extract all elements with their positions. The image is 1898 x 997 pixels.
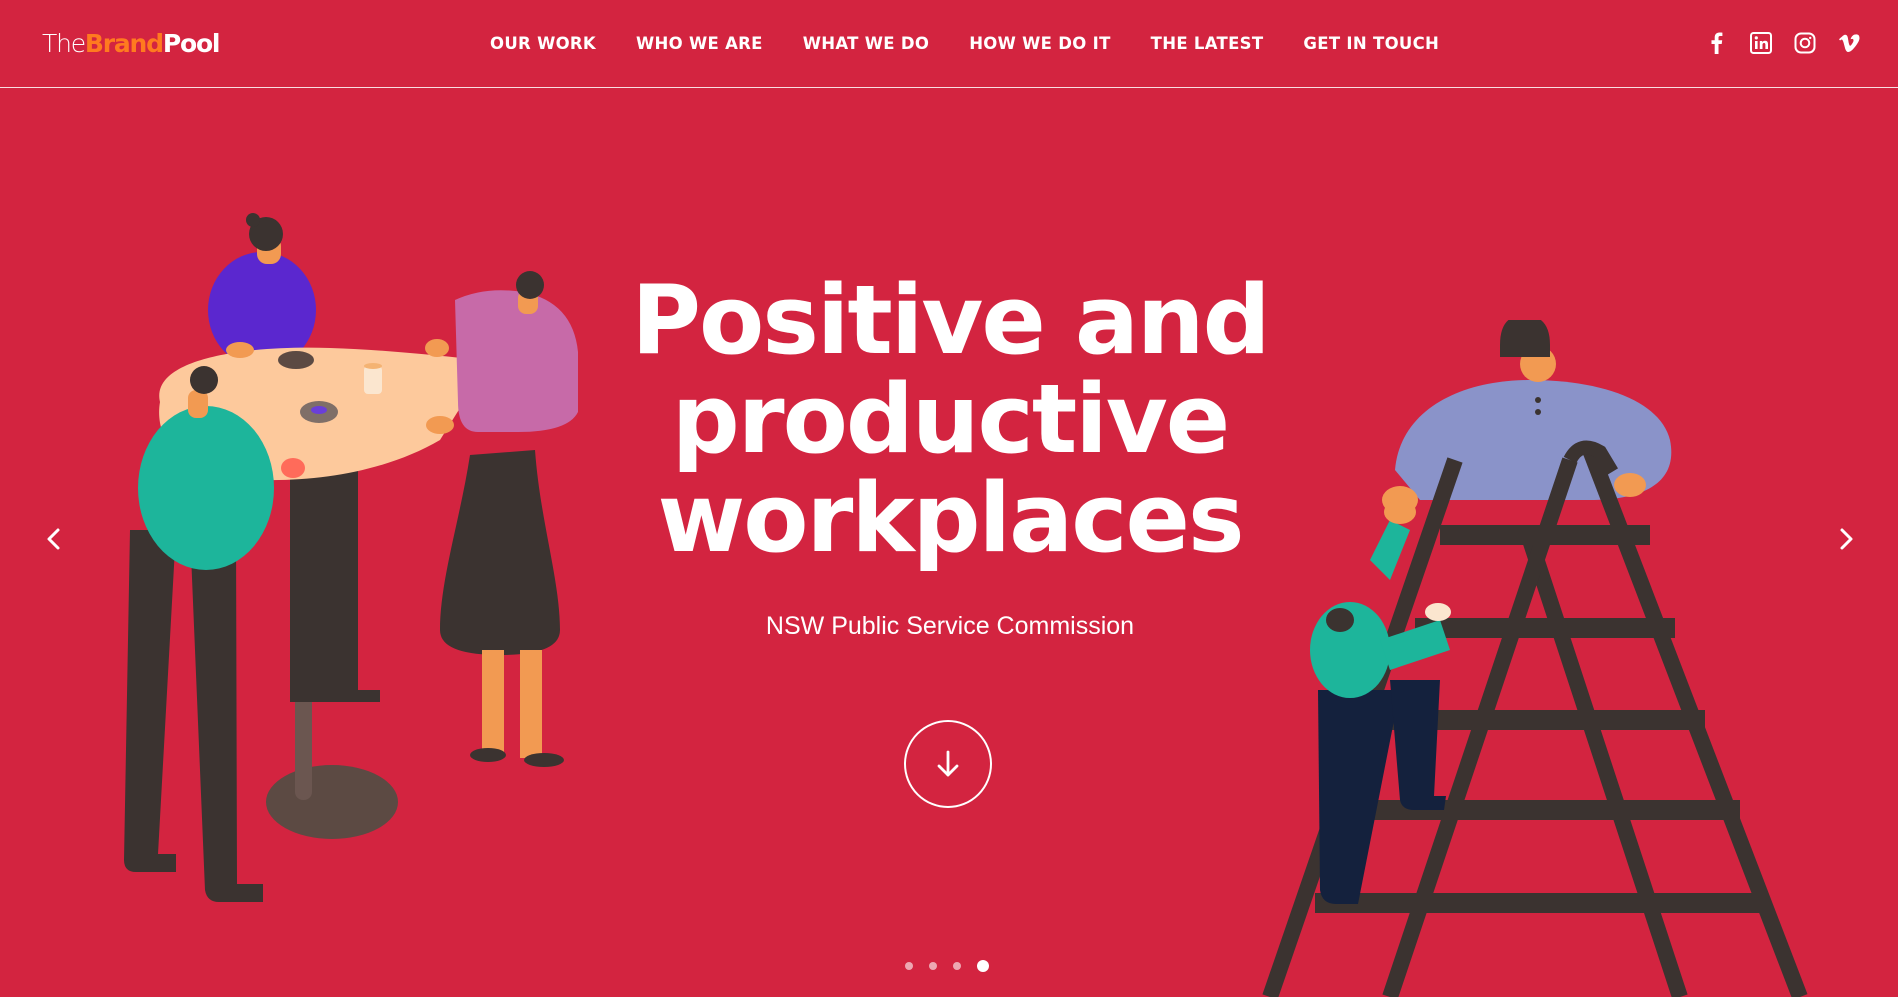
hero-subtitle[interactable]: NSW Public Service Commission: [560, 612, 1340, 641]
facebook-icon[interactable]: [1704, 30, 1730, 56]
next-slide-button[interactable]: [1832, 524, 1860, 554]
brand-logo[interactable]: TheBrandPool: [42, 26, 221, 62]
instagram-icon[interactable]: [1792, 30, 1818, 56]
nav-get-in-touch[interactable]: GET IN TOUCH: [1303, 33, 1439, 55]
nav-the-latest[interactable]: THE LATEST: [1151, 33, 1264, 55]
nav-what-we-do[interactable]: WHAT WE DO: [803, 33, 929, 55]
prev-slide-button[interactable]: [40, 524, 68, 554]
main-nav: OUR WORK WHO WE ARE WHAT WE DO HOW WE DO…: [490, 33, 1479, 55]
nav-our-work[interactable]: OUR WORK: [490, 33, 596, 55]
vimeo-icon[interactable]: [1836, 30, 1862, 56]
linkedin-icon[interactable]: [1748, 30, 1774, 56]
hero-title-line-3: workplaces: [657, 464, 1244, 574]
social-links: [1704, 30, 1862, 56]
arrow-down-icon: [937, 750, 959, 777]
logo-the: The: [42, 29, 86, 58]
logo-pool: Pool: [162, 29, 221, 58]
slide-dot[interactable]: [905, 962, 913, 970]
hero-title-line-1: Positive and: [631, 266, 1270, 376]
slide-dot[interactable]: [929, 962, 937, 970]
meeting-illustration: [124, 213, 578, 902]
nav-how-we-do-it[interactable]: HOW WE DO IT: [969, 33, 1110, 55]
chevron-left-icon: [47, 528, 60, 550]
nav-who-we-are[interactable]: WHO WE ARE: [636, 33, 763, 55]
hero-title-line-2: productive: [671, 365, 1230, 475]
logo-brand: Brand: [84, 29, 164, 58]
scroll-down-button[interactable]: [904, 720, 992, 808]
slide-dot[interactable]: [953, 962, 961, 970]
slide-pagination: [905, 960, 989, 972]
chevron-right-icon: [1840, 528, 1853, 550]
hero-title: Positive and productive workplaces: [560, 272, 1340, 569]
site-header: TheBrandPool OUR WORK WHO WE ARE WHAT WE…: [0, 0, 1898, 88]
slide-dot-active[interactable]: [977, 960, 989, 972]
